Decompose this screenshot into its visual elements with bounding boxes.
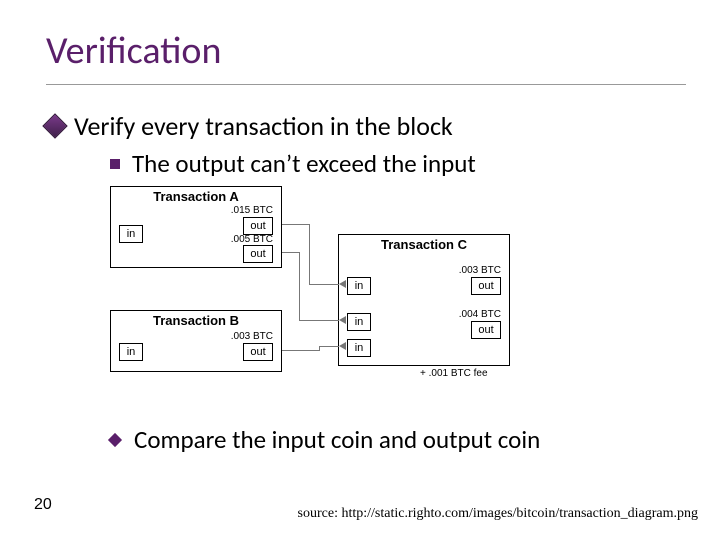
tx-a-amt1: .015 BTC <box>231 205 273 216</box>
arrow-segment <box>299 320 339 321</box>
arrow-segment <box>319 346 339 347</box>
bullet-level-3: Compare the input coin and output coin <box>110 424 540 455</box>
arrow-segment <box>309 224 310 284</box>
transaction-b-title: Transaction B <box>111 313 281 328</box>
arrow-head-icon <box>339 280 346 288</box>
tx-c-out1: out <box>471 277 501 295</box>
tx-c-in2: in <box>347 313 371 331</box>
tx-a-amt2: .005 BTC <box>231 234 273 245</box>
arrow-segment <box>282 252 300 253</box>
tx-c-amt2: .004 BTC <box>459 309 501 320</box>
title-underline <box>46 84 686 85</box>
tx-b-in: in <box>119 343 143 361</box>
tx-c-amt1: .003 BTC <box>459 265 501 276</box>
transaction-b-box: Transaction B in out .003 BTC <box>110 310 282 372</box>
bullet1-text: Verify every transaction in the block <box>74 110 453 142</box>
tx-c-out2: out <box>471 321 501 339</box>
bullet-level-1: Verify every transaction in the block <box>46 110 453 142</box>
bullet2-text: The output can’t exceed the input <box>132 148 476 179</box>
diamond-icon <box>42 113 67 138</box>
small-diamond-icon <box>108 432 122 446</box>
transaction-diagram: Transaction A in out .015 BTC out .005 B… <box>110 186 520 414</box>
tx-b-out: out <box>243 343 273 361</box>
transaction-c-title: Transaction C <box>339 237 509 252</box>
arrow-segment <box>299 252 300 320</box>
tx-b-amt1: .003 BTC <box>231 331 273 342</box>
tx-c-fee: + .001 BTC fee <box>420 368 488 379</box>
arrow-segment <box>282 224 310 225</box>
slide: Verification Verify every transaction in… <box>0 0 720 540</box>
transaction-a-title: Transaction A <box>111 189 281 204</box>
arrow-head-icon <box>339 316 346 324</box>
transaction-c-box: Transaction C in in in out .003 BTC out … <box>338 234 510 366</box>
transaction-a-box: Transaction A in out .015 BTC out .005 B… <box>110 186 282 268</box>
bullet3-text: Compare the input coin and output coin <box>134 424 540 455</box>
tx-c-in1: in <box>347 277 371 295</box>
arrow-segment <box>309 284 339 285</box>
bullet-level-2: The output can’t exceed the input <box>110 148 476 179</box>
tx-c-in3: in <box>347 339 371 357</box>
source-citation: source: http://static.righto.com/images/… <box>298 506 698 522</box>
tx-a-out2: out <box>243 245 273 263</box>
page-number: 20 <box>34 496 52 514</box>
tx-a-out1: out <box>243 217 273 235</box>
tx-a-in: in <box>119 225 143 243</box>
slide-title: Verification <box>46 28 221 74</box>
arrow-head-icon <box>339 342 346 350</box>
square-icon <box>110 159 120 169</box>
arrow-segment <box>282 350 320 351</box>
